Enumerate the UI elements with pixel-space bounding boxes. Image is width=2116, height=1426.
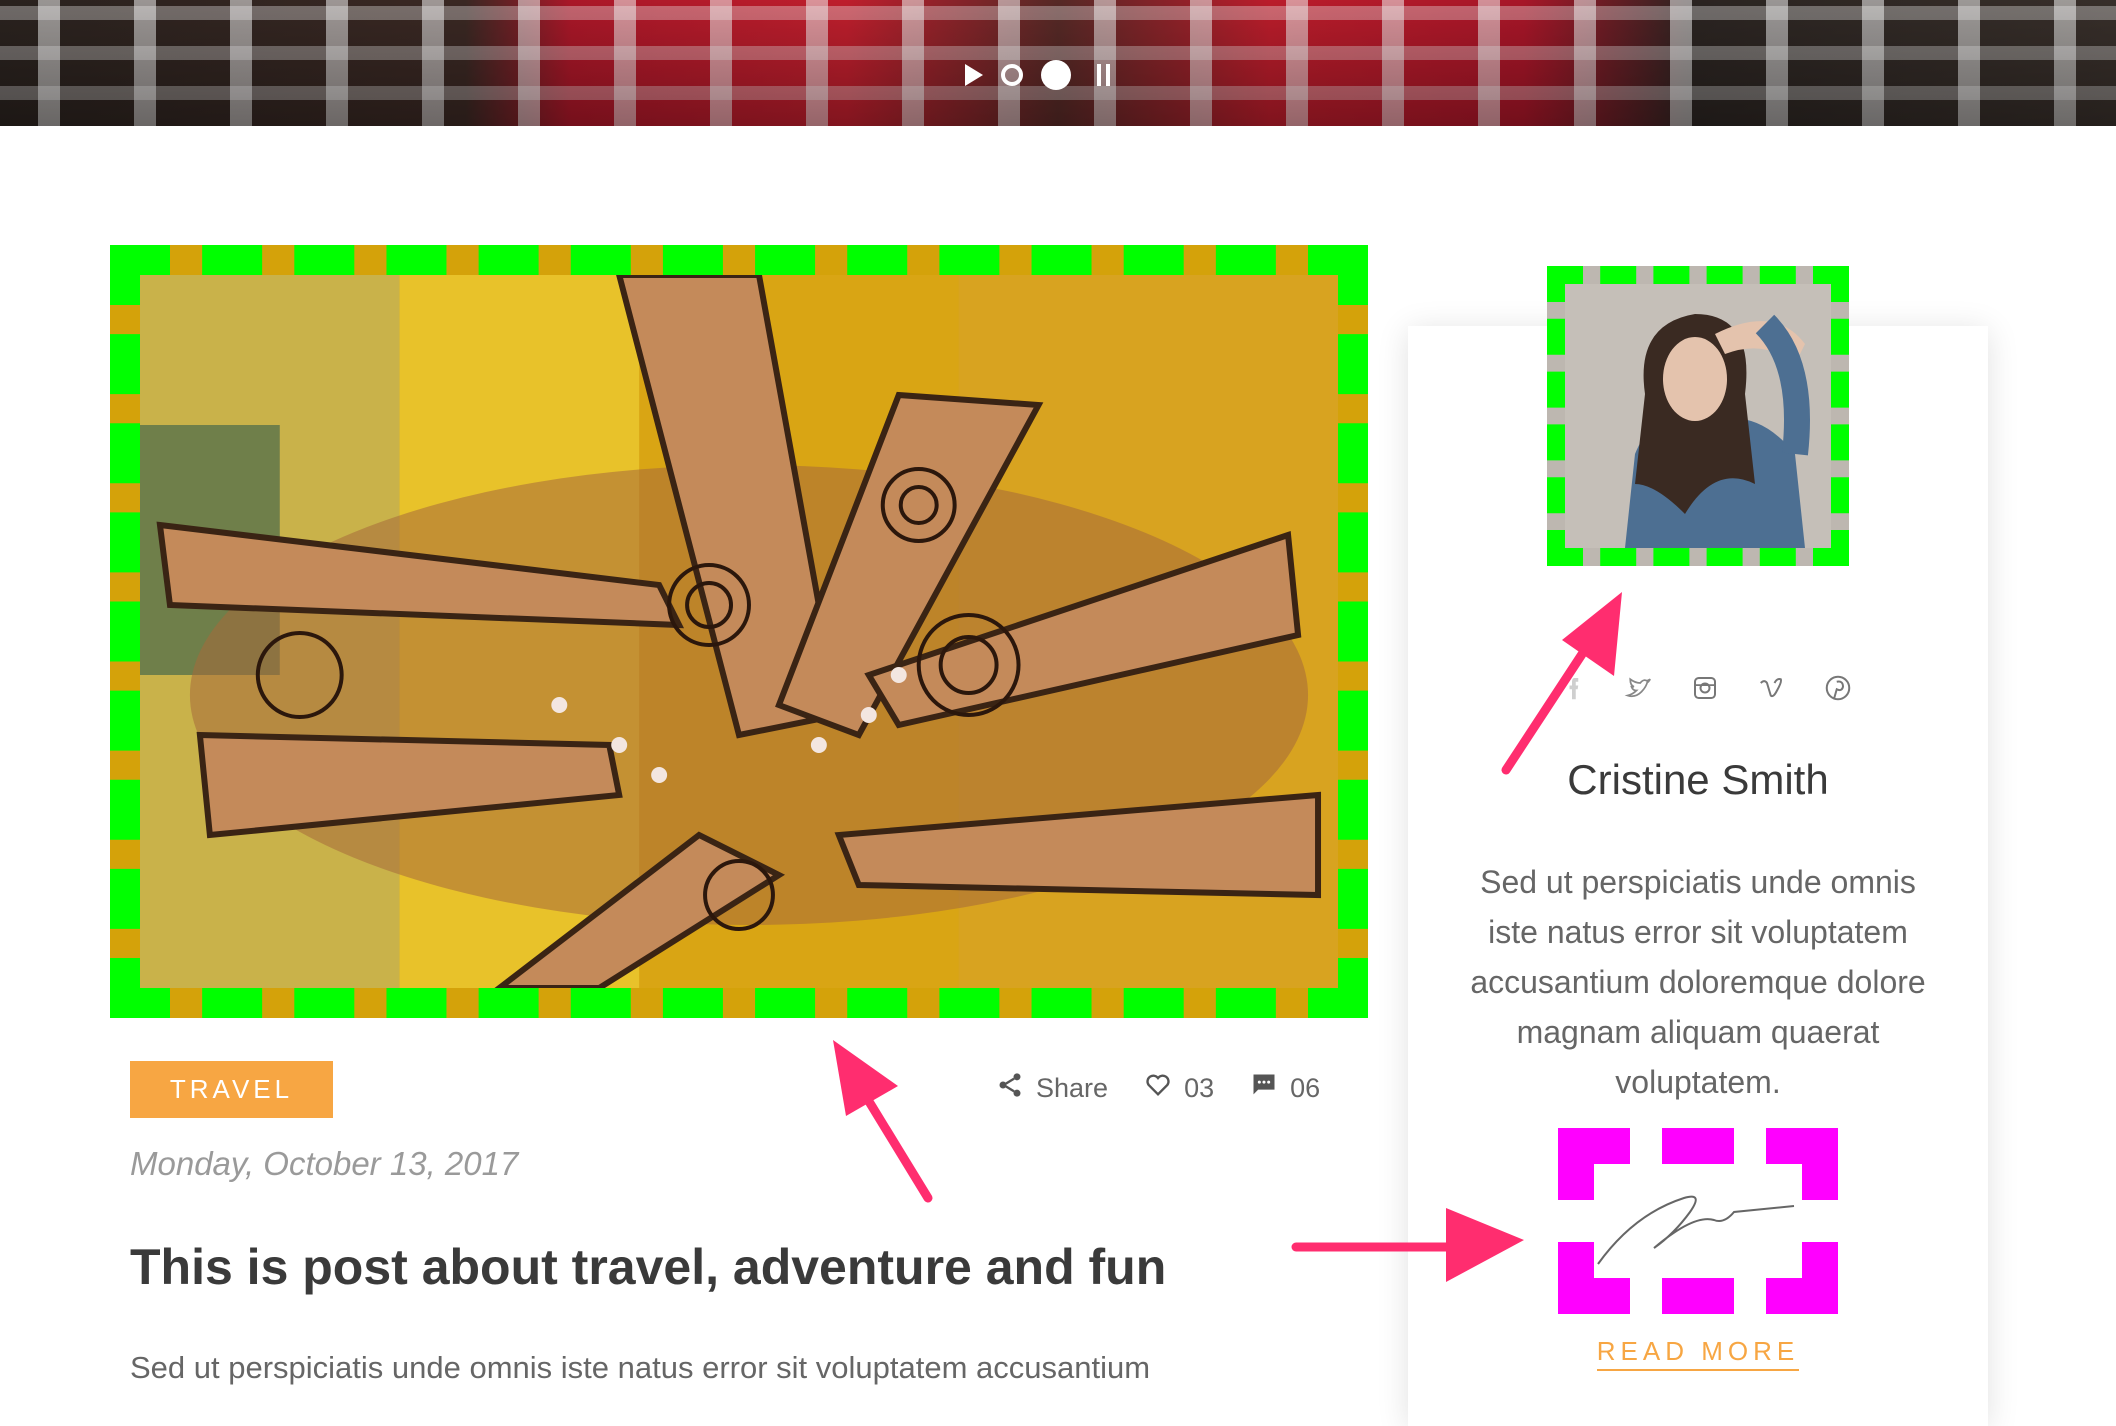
post-image[interactable] xyxy=(110,245,1368,1018)
author-bio: Sed ut perspiciatis unde omnis iste natu… xyxy=(1470,864,1926,1100)
slide-dot-icon[interactable] xyxy=(1001,64,1023,86)
share-label: Share xyxy=(1036,1072,1109,1103)
share-button[interactable]: Share xyxy=(996,1071,1108,1106)
post-actions: Share 03 06 xyxy=(996,1068,1320,1108)
author-name: Cristine Smith xyxy=(1567,756,1829,803)
vimeo-icon[interactable] xyxy=(1755,671,1789,705)
post-date: Monday, October 13, 2017 xyxy=(130,1145,519,1182)
hero-slider xyxy=(0,0,2116,126)
slide-dot-active-icon[interactable] xyxy=(1041,60,1071,90)
pause-icon[interactable] xyxy=(1097,64,1110,86)
arrow-to-post-image xyxy=(833,1040,933,1203)
heart-icon xyxy=(1144,1071,1172,1106)
instagram-icon[interactable] xyxy=(1688,671,1722,705)
comment-count: 06 xyxy=(1290,1072,1321,1103)
twitter-icon[interactable] xyxy=(1622,671,1656,705)
comment-icon xyxy=(1250,1071,1278,1106)
post-title[interactable]: This is post about travel, adventure and… xyxy=(130,1238,1166,1296)
facebook-icon[interactable] xyxy=(1555,671,1589,705)
like-button[interactable]: 03 xyxy=(1144,1071,1214,1106)
author-portrait xyxy=(1565,284,1831,548)
read-more-wrapper: READ MORE xyxy=(1408,1336,1988,1371)
category-label: TRAVEL xyxy=(169,1074,294,1104)
comments-button[interactable]: 06 xyxy=(1250,1071,1320,1106)
post-excerpt: Sed ut perspiciatis unde omnis iste natu… xyxy=(130,1350,1151,1385)
henna-hands-photo xyxy=(140,275,1338,988)
category-badge[interactable]: TRAVEL xyxy=(130,1061,333,1118)
slider-controls xyxy=(965,58,1110,92)
signature-image xyxy=(1597,1195,1795,1265)
like-count: 03 xyxy=(1184,1072,1215,1103)
read-more-link[interactable]: READ MORE xyxy=(1596,1336,1800,1371)
social-links xyxy=(1555,668,1855,708)
share-icon xyxy=(996,1071,1024,1106)
play-icon[interactable] xyxy=(965,64,983,86)
pinterest-icon[interactable] xyxy=(1821,671,1855,705)
author-signature xyxy=(1558,1128,1838,1314)
author-avatar[interactable] xyxy=(1547,266,1849,566)
